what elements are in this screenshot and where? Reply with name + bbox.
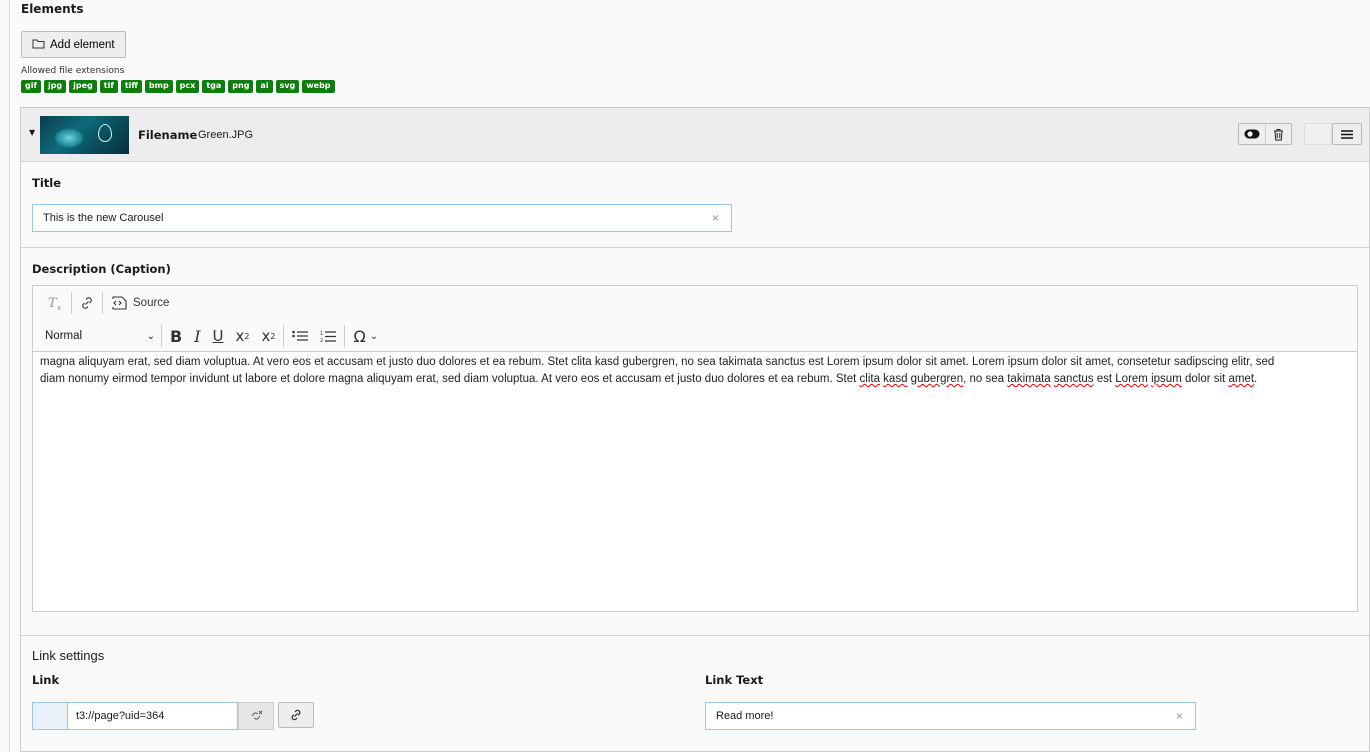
svg-text:x: x bbox=[57, 304, 61, 311]
extension-badge: svg bbox=[275, 80, 300, 93]
extension-badge: jpeg bbox=[69, 80, 97, 93]
misspelled-word: kasd bbox=[883, 373, 908, 385]
extension-badge: bmp bbox=[144, 80, 173, 93]
misspelled-word: amet bbox=[1228, 373, 1255, 385]
link-icon[interactable] bbox=[74, 292, 100, 314]
left-divider bbox=[9, 0, 10, 752]
superscript-icon[interactable]: x2 bbox=[256, 325, 282, 347]
clear-icon[interactable]: × bbox=[1176, 709, 1183, 723]
text-fragment: , no sea bbox=[963, 373, 1008, 385]
clear-icon[interactable]: × bbox=[712, 211, 719, 225]
toolbar-separator bbox=[344, 325, 346, 347]
link-field-label: Link bbox=[32, 673, 60, 687]
remove-format-icon[interactable]: Tx bbox=[41, 292, 69, 314]
numbered-list-icon[interactable]: 12 bbox=[314, 325, 342, 347]
add-element-label: Add element bbox=[50, 38, 115, 51]
file-reference-panel: ▼ Filename Green.JPG Title This is the n… bbox=[20, 107, 1370, 752]
extension-badge: tif bbox=[99, 80, 118, 93]
record-actions bbox=[1238, 123, 1292, 145]
misspelled-word: clita bbox=[859, 373, 880, 385]
editor-text-line: magna aliquyam erat, sed diam voluptua. … bbox=[40, 356, 1275, 368]
link-text-field-label: Link Text bbox=[705, 673, 764, 687]
allowed-extensions-label: Allowed file extensions bbox=[21, 66, 125, 76]
clear-link-icon[interactable] bbox=[238, 702, 274, 730]
extension-badge: tga bbox=[202, 80, 226, 93]
toolbar-separator bbox=[71, 292, 72, 314]
misspelled-word: sanctus bbox=[1053, 373, 1094, 385]
italic-icon[interactable]: I bbox=[188, 325, 206, 347]
page: Elements Add element Allowed file extens… bbox=[0, 0, 1370, 752]
editor-content[interactable]: magna aliquyam erat, sed diam voluptua. … bbox=[40, 354, 1347, 388]
divider bbox=[21, 247, 1369, 248]
text-fragment: est bbox=[1093, 373, 1116, 385]
toolbar-separator bbox=[102, 292, 103, 314]
source-button[interactable]: Source bbox=[105, 292, 175, 314]
extension-badge: jpg bbox=[43, 80, 67, 93]
allowed-extensions-list: gif jpg jpeg tif tiff bmp pcx tga png ai… bbox=[21, 80, 335, 93]
misspelled-word: takimata bbox=[1007, 373, 1051, 385]
subscript-icon[interactable]: x2 bbox=[230, 325, 256, 347]
description-field-label: Description (Caption) bbox=[32, 262, 171, 276]
toolbar-separator bbox=[283, 325, 285, 347]
section-title: Elements bbox=[21, 2, 84, 16]
special-characters-icon[interactable]: Ω ⌄ bbox=[347, 325, 384, 347]
filename-value: Green.JPG bbox=[198, 129, 254, 141]
misspelled-word: Lorem bbox=[1115, 373, 1148, 385]
editor-toolbar: Tx Source Normal ⌄ B I U x 2 x 2 1 2 Ω ⌄ bbox=[33, 286, 1357, 352]
text-fragment: . bbox=[1254, 373, 1258, 385]
editor-toolbar-row: Tx Source bbox=[41, 292, 175, 314]
filename-label: Filename bbox=[138, 128, 198, 142]
toggle-visibility-icon[interactable] bbox=[1239, 124, 1265, 144]
add-element-button[interactable]: Add element bbox=[21, 31, 126, 58]
title-field-label: Title bbox=[32, 176, 62, 190]
extension-badge: pcx bbox=[175, 80, 200, 93]
folder-icon bbox=[32, 38, 45, 52]
editor-toolbar-row: Normal ⌄ B I U x2 x2 12 Ω ⌄ bbox=[41, 324, 384, 348]
extension-badge: webp bbox=[302, 80, 335, 93]
svg-text:1: 1 bbox=[320, 331, 323, 337]
paragraph-format-dropdown[interactable]: Normal ⌄ bbox=[41, 325, 159, 347]
bulleted-list-icon[interactable] bbox=[286, 325, 314, 347]
bold-icon[interactable]: B bbox=[164, 325, 188, 347]
text-fragment: dolor sit bbox=[1181, 373, 1229, 385]
divider bbox=[21, 635, 1369, 636]
menu-icon[interactable] bbox=[1332, 123, 1362, 145]
link-type-indicator bbox=[32, 702, 68, 730]
rich-text-editor: Tx Source Normal ⌄ B I U x 2 x 2 1 2 Ω ⌄… bbox=[32, 285, 1358, 612]
trash-icon[interactable] bbox=[1265, 124, 1291, 144]
link-input-group: t3://page?uid=364 bbox=[32, 702, 274, 730]
text-fragment: diam nonumy eirmod tempor invidunt ut la… bbox=[40, 373, 860, 385]
title-input[interactable]: This is the new Carousel × bbox=[32, 204, 732, 232]
link-input[interactable]: t3://page?uid=364 bbox=[68, 702, 238, 730]
link-browser-button[interactable] bbox=[278, 702, 314, 728]
underline-icon[interactable]: U bbox=[207, 325, 230, 347]
extension-badge: gif bbox=[21, 80, 41, 93]
source-label: Source bbox=[133, 297, 170, 309]
extension-badge: tiff bbox=[120, 80, 142, 93]
editor-text-line: diam nonumy eirmod tempor invidunt ut la… bbox=[40, 371, 1347, 388]
misspelled-word: gubergren bbox=[910, 373, 964, 385]
misspelled-word: ipsum bbox=[1151, 373, 1182, 385]
file-reference-header[interactable]: ▼ Filename Green.JPG bbox=[21, 108, 1369, 162]
link-settings-heading: Link settings bbox=[32, 648, 105, 663]
extension-badge: ai bbox=[256, 80, 273, 93]
chevron-down-icon: ⌄ bbox=[146, 330, 155, 342]
link-text-input-value: Read more! bbox=[716, 710, 774, 722]
svg-text:2: 2 bbox=[320, 338, 323, 343]
title-input-value: This is the new Carousel bbox=[43, 212, 164, 224]
collapse-caret-icon[interactable]: ▼ bbox=[29, 128, 35, 137]
toolbar-separator bbox=[161, 325, 162, 347]
file-thumbnail bbox=[40, 116, 129, 154]
extension-badge: png bbox=[228, 80, 254, 93]
empty-action-slot bbox=[1304, 123, 1332, 145]
paragraph-format-value: Normal bbox=[45, 330, 83, 342]
link-text-input[interactable]: Read more! × bbox=[705, 702, 1196, 730]
